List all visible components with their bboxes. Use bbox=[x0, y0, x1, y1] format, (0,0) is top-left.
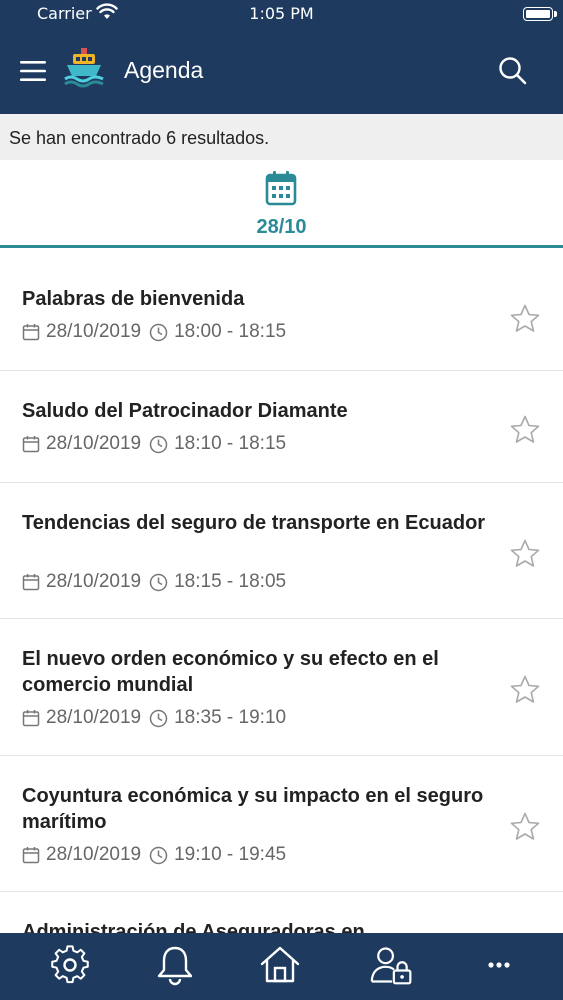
calendar-small-icon bbox=[22, 436, 40, 453]
item-meta: 28/10/2019 18:15 - 18:05 bbox=[22, 571, 286, 593]
tab-date-label: 28/10 bbox=[256, 216, 307, 238]
list-item[interactable]: Administración de Aseguradoras en bbox=[0, 892, 563, 933]
item-time: 18:35 - 19:10 bbox=[174, 707, 287, 728]
item-meta: 28/10/2019 18:10 - 18:15 bbox=[22, 433, 286, 455]
clock-icon bbox=[149, 435, 168, 453]
item-title: Saludo del Patrocinador Diamante bbox=[22, 400, 348, 422]
calendar-small-icon bbox=[22, 710, 40, 727]
gear-icon[interactable] bbox=[48, 943, 92, 987]
home-icon[interactable] bbox=[258, 943, 302, 987]
item-title: Tendencias del seguro de transporte en E… bbox=[22, 512, 486, 534]
item-title: Palabras de bienvenida bbox=[22, 288, 245, 310]
favorite-star-icon[interactable] bbox=[509, 811, 541, 843]
bottom-tab-bar bbox=[0, 933, 563, 1000]
list-item[interactable]: Palabras de bienvenida 28/10/2019 18:00 … bbox=[0, 248, 563, 371]
item-time: 18:10 - 18:15 bbox=[174, 433, 287, 454]
calendar-icon bbox=[265, 171, 297, 206]
results-count: Se han encontrado 6 resultados. bbox=[9, 128, 270, 148]
item-time: 18:15 - 18:05 bbox=[174, 571, 287, 592]
clock-icon bbox=[149, 846, 168, 864]
list-item[interactable]: El nuevo orden económico y su efecto en … bbox=[0, 619, 563, 756]
bell-icon[interactable] bbox=[153, 943, 197, 987]
item-time: 19:10 - 19:45 bbox=[174, 844, 287, 865]
favorite-star-icon[interactable] bbox=[509, 303, 541, 335]
clock-icon bbox=[149, 709, 168, 727]
calendar-small-icon bbox=[22, 847, 40, 864]
list-item[interactable]: Coyuntura económica y su impacto en el s… bbox=[0, 756, 563, 892]
page-title: Agenda bbox=[124, 57, 204, 83]
status-bar: Carrier 1:05 PM bbox=[0, 0, 563, 30]
list-item[interactable]: Tendencias del seguro de transporte en E… bbox=[0, 483, 563, 619]
ship-logo-icon bbox=[64, 48, 104, 88]
agenda-list: Palabras de bienvenida 28/10/2019 18:00 … bbox=[0, 248, 563, 933]
menu-icon[interactable] bbox=[18, 57, 48, 85]
search-icon[interactable] bbox=[497, 55, 529, 87]
item-date: 28/10/2019 bbox=[46, 321, 142, 342]
favorite-star-icon[interactable] bbox=[509, 674, 541, 706]
more-icon[interactable] bbox=[477, 943, 521, 987]
item-time: 18:00 - 18:15 bbox=[174, 321, 287, 342]
status-time: 1:05 PM bbox=[249, 4, 314, 23]
item-meta: 28/10/2019 19:10 - 19:45 bbox=[22, 844, 286, 866]
favorite-star-icon[interactable] bbox=[509, 538, 541, 570]
battery-icon bbox=[523, 7, 557, 21]
item-meta: 28/10/2019 18:00 - 18:15 bbox=[22, 321, 286, 343]
calendar-small-icon bbox=[22, 324, 40, 341]
list-item[interactable]: Saludo del Patrocinador Diamante 28/10/2… bbox=[0, 371, 563, 483]
item-date: 28/10/2019 bbox=[46, 707, 142, 728]
item-title: El nuevo orden económico y su efecto en … bbox=[22, 648, 439, 696]
clock-icon bbox=[149, 573, 168, 591]
item-title: Coyuntura económica y su impacto en el s… bbox=[22, 785, 484, 833]
item-date: 28/10/2019 bbox=[46, 844, 142, 865]
item-date: 28/10/2019 bbox=[46, 571, 142, 592]
item-meta: 28/10/2019 18:35 - 19:10 bbox=[22, 707, 286, 729]
clock-icon bbox=[149, 323, 168, 341]
app-header: Carrier 1:05 PM Agenda bbox=[0, 0, 563, 114]
item-title: Administración de Aseguradoras en bbox=[22, 921, 365, 933]
item-date: 28/10/2019 bbox=[46, 433, 142, 454]
favorite-star-icon[interactable] bbox=[509, 414, 541, 446]
user-lock-icon[interactable] bbox=[370, 943, 414, 987]
calendar-small-icon bbox=[22, 574, 40, 591]
